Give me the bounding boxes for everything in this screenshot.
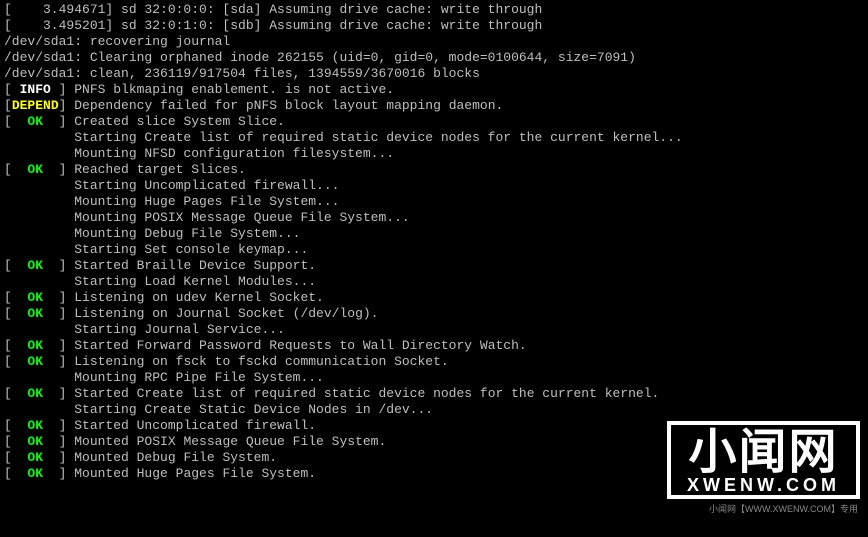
console-line: Mounting RPC Pipe File System... [4,370,868,386]
console-line: [ OK ] Started Uncomplicated firewall. [4,418,868,434]
console-segment: /dev/sda1: clean, 236119/917504 files, 1… [4,66,480,81]
console-segment: Starting Load Kernel Modules... [4,274,316,289]
console-segment: OK [27,306,43,321]
console-segment: OK [27,290,43,305]
console-line: [ INFO ] PNFS blkmaping enablement. is n… [4,82,868,98]
console-segment: OK [27,354,43,369]
console-segment: Mounting POSIX Message Queue File System… [4,210,410,225]
watermark-footer: 小闻网【WWW.XWENW.COM】专用 [667,501,858,517]
console-segment: Mounting Debug File System... [4,226,300,241]
console-line: [ OK ] Listening on fsck to fsckd commun… [4,354,868,370]
console-line: /dev/sda1: Clearing orphaned inode 26215… [4,50,868,66]
console-line: Starting Uncomplicated firewall... [4,178,868,194]
console-line: Mounting Huge Pages File System... [4,194,868,210]
console-line: Mounting POSIX Message Queue File System… [4,210,868,226]
console-segment: [ [4,98,12,113]
console-segment: Starting Set console keymap... [4,242,308,257]
console-line: [ OK ] Mounted Debug File System. [4,450,868,466]
console-line: Starting Create Static Device Nodes in /… [4,402,868,418]
console-segment: [ [4,162,27,177]
console-segment: ] Mounted Debug File System. [43,450,277,465]
console-segment: ] Mounted POSIX Message Queue File Syste… [43,434,386,449]
console-line: [DEPEND] Dependency failed for pNFS bloc… [4,98,868,114]
console-segment: [ [4,450,27,465]
console-line: /dev/sda1: clean, 236119/917504 files, 1… [4,66,868,82]
console-line: [ OK ] Created slice System Slice. [4,114,868,130]
console-segment: Mounting RPC Pipe File System... [4,370,324,385]
console-segment: Starting Journal Service... [4,322,285,337]
console-segment: Starting Uncomplicated firewall... [4,178,339,193]
console-segment: ] PNFS blkmaping enablement. is not acti… [51,82,394,97]
console-segment: [ [4,418,27,433]
console-segment: [ [4,258,27,273]
console-segment: ] Listening on fsck to fsckd communicati… [43,354,449,369]
console-segment: OK [27,258,43,273]
console-segment: [ [4,290,27,305]
console-line: Mounting NFSD configuration filesystem..… [4,146,868,162]
console-segment: Starting Create Static Device Nodes in /… [4,402,433,417]
console-line: [ 3.495201] sd 32:0:1:0: [sdb] Assuming … [4,18,868,34]
console-segment: [ [4,434,27,449]
console-segment: OK [27,450,43,465]
console-segment: [ [4,386,27,401]
console-segment: OK [27,466,43,481]
console-segment: [ 3.494671] sd 32:0:0:0: [sda] Assuming … [4,2,542,17]
console-segment: [ 3.495201] sd 32:0:1:0: [sdb] Assuming … [4,18,542,33]
console-segment: /dev/sda1: recovering journal [4,34,230,49]
console-line: [ OK ] Reached target Slices. [4,162,868,178]
console-segment: Mounting NFSD configuration filesystem..… [4,146,394,161]
console-segment: [ [4,338,27,353]
console-segment: OK [27,386,43,401]
console-segment: ] Listening on Journal Socket (/dev/log)… [43,306,378,321]
console-segment: ] Mounted Huge Pages File System. [43,466,316,481]
console-line: [ OK ] Started Forward Password Requests… [4,338,868,354]
console-line: Mounting Debug File System... [4,226,868,242]
console-segment: DEPEND [12,98,59,113]
console-line: [ 3.494671] sd 32:0:0:0: [sda] Assuming … [4,2,868,18]
console-segment: ] Started Create list of required static… [43,386,659,401]
console-segment: /dev/sda1: Clearing orphaned inode 26215… [4,50,636,65]
console-segment: ] Started Forward Password Requests to W… [43,338,527,353]
console-line: [ OK ] Listening on udev Kernel Socket. [4,290,868,306]
console-line: /dev/sda1: recovering journal [4,34,868,50]
console-segment: ] Dependency failed for pNFS block layou… [59,98,504,113]
console-segment: [ [4,306,27,321]
console-segment: ] Started Braille Device Support. [43,258,316,273]
boot-console: [ 3.494671] sd 32:0:0:0: [sda] Assuming … [0,0,868,482]
console-segment: ] Created slice System Slice. [43,114,285,129]
console-segment: Starting Create list of required static … [4,130,683,145]
console-segment: OK [27,162,43,177]
console-segment: INFO [20,82,51,97]
console-segment: ] Listening on udev Kernel Socket. [43,290,324,305]
console-line: Starting Journal Service... [4,322,868,338]
console-segment: [ [4,82,20,97]
console-segment: [ [4,114,27,129]
console-line: [ OK ] Started Create list of required s… [4,386,868,402]
console-segment: ] Started Uncomplicated firewall. [43,418,316,433]
console-segment: ] Reached target Slices. [43,162,246,177]
console-segment: Mounting Huge Pages File System... [4,194,339,209]
console-line: Starting Create list of required static … [4,130,868,146]
console-segment: [ [4,466,27,481]
console-line: [ OK ] Mounted Huge Pages File System. [4,466,868,482]
console-segment: OK [27,338,43,353]
console-segment: OK [27,418,43,433]
console-segment: [ [4,354,27,369]
console-line: Starting Set console keymap... [4,242,868,258]
console-line: [ OK ] Mounted POSIX Message Queue File … [4,434,868,450]
console-segment: OK [27,434,43,449]
console-line: Starting Load Kernel Modules... [4,274,868,290]
console-line: [ OK ] Started Braille Device Support. [4,258,868,274]
console-line: [ OK ] Listening on Journal Socket (/dev… [4,306,868,322]
console-segment: OK [27,114,43,129]
